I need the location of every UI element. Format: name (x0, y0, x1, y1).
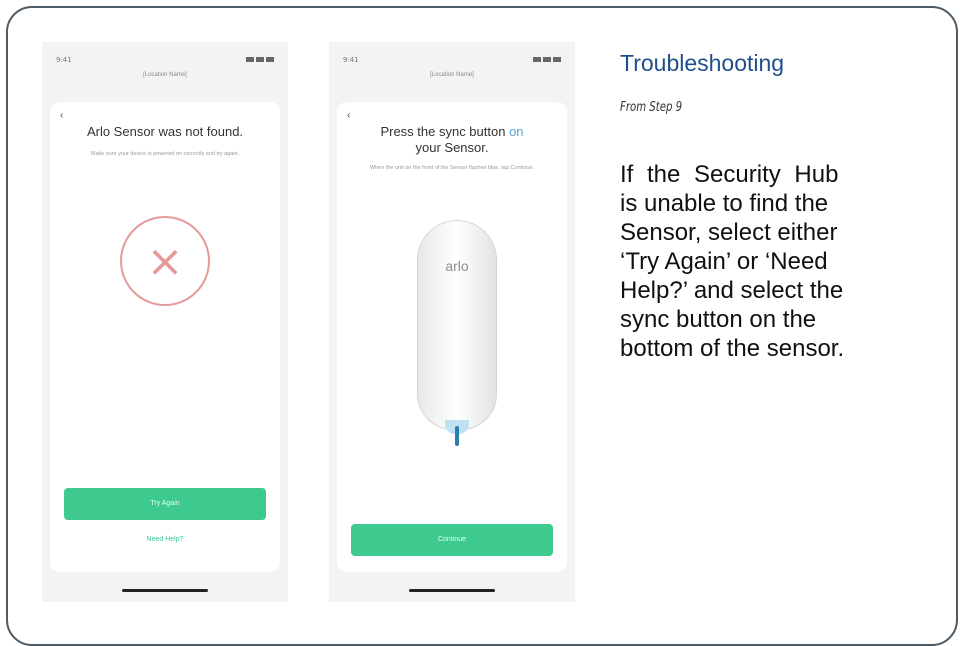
text-line: Sensor, select either (620, 219, 838, 246)
sensor-image: arlo (417, 220, 497, 446)
text-line: ‘Try Again’ or ‘Need (620, 248, 828, 275)
troubleshooting-text: If the Security Hub is unable to find th… (620, 160, 930, 363)
screen-heading: Arlo Sensor was not found. (86, 124, 244, 139)
try-again-button[interactable]: Try Again (64, 488, 266, 520)
location-name: [Location Name] (143, 72, 187, 78)
status-time: 9:41 (343, 56, 359, 64)
screen-heading: Press the sync button on your Sensor. (343, 124, 561, 156)
back-icon[interactable]: ‹ (347, 110, 350, 121)
status-bar: 9:41 (329, 56, 575, 66)
heading-part1: Press the sync button (380, 124, 506, 139)
continue-button[interactable]: Continue (351, 524, 553, 556)
need-help-link[interactable]: Need Help? (50, 536, 280, 543)
phone-screenshot-sensor-not-found: 9:41 [Location Name] ‹ Arlo Sensor was n… (42, 42, 288, 602)
back-icon[interactable]: ‹ (60, 110, 63, 121)
signal-wifi-battery-icons (244, 56, 274, 64)
screen-subtext: Make sure your device is powered on corr… (90, 151, 240, 157)
signal-wifi-battery-icons (531, 56, 561, 64)
heading-part2: your Sensor. (415, 140, 489, 155)
status-time: 9:41 (56, 56, 72, 64)
screen-subtext: When the unit on the front of the Sensor… (369, 165, 535, 171)
text-line: sync button on the (620, 306, 817, 333)
text-line: is unable to find the (620, 190, 829, 217)
arlo-logo: arlo (445, 258, 469, 274)
app-screen: ‹ Press the sync button on your Sensor. … (337, 102, 567, 572)
text-line: bottom of the sensor. (620, 335, 845, 362)
status-bar: 9:41 (42, 56, 288, 66)
sync-button-indicator (455, 426, 459, 446)
location-name: [Location Name] (430, 72, 474, 78)
home-indicator (122, 589, 208, 592)
text-line: Help?’ and select the (620, 277, 844, 304)
troubleshooting-title: Troubleshooting (620, 50, 785, 76)
text-line: If the Security Hub (620, 161, 839, 188)
phone-screenshot-press-sync: 9:41 [Location Name] ‹ Press the sync bu… (329, 42, 575, 602)
home-indicator (409, 589, 495, 592)
step-reference: From Step 9 (620, 100, 683, 115)
x-circle-icon: × (120, 216, 210, 306)
app-screen: ‹ Arlo Sensor was not found. Make sure y… (50, 102, 280, 572)
heading-highlight: on (509, 124, 524, 139)
